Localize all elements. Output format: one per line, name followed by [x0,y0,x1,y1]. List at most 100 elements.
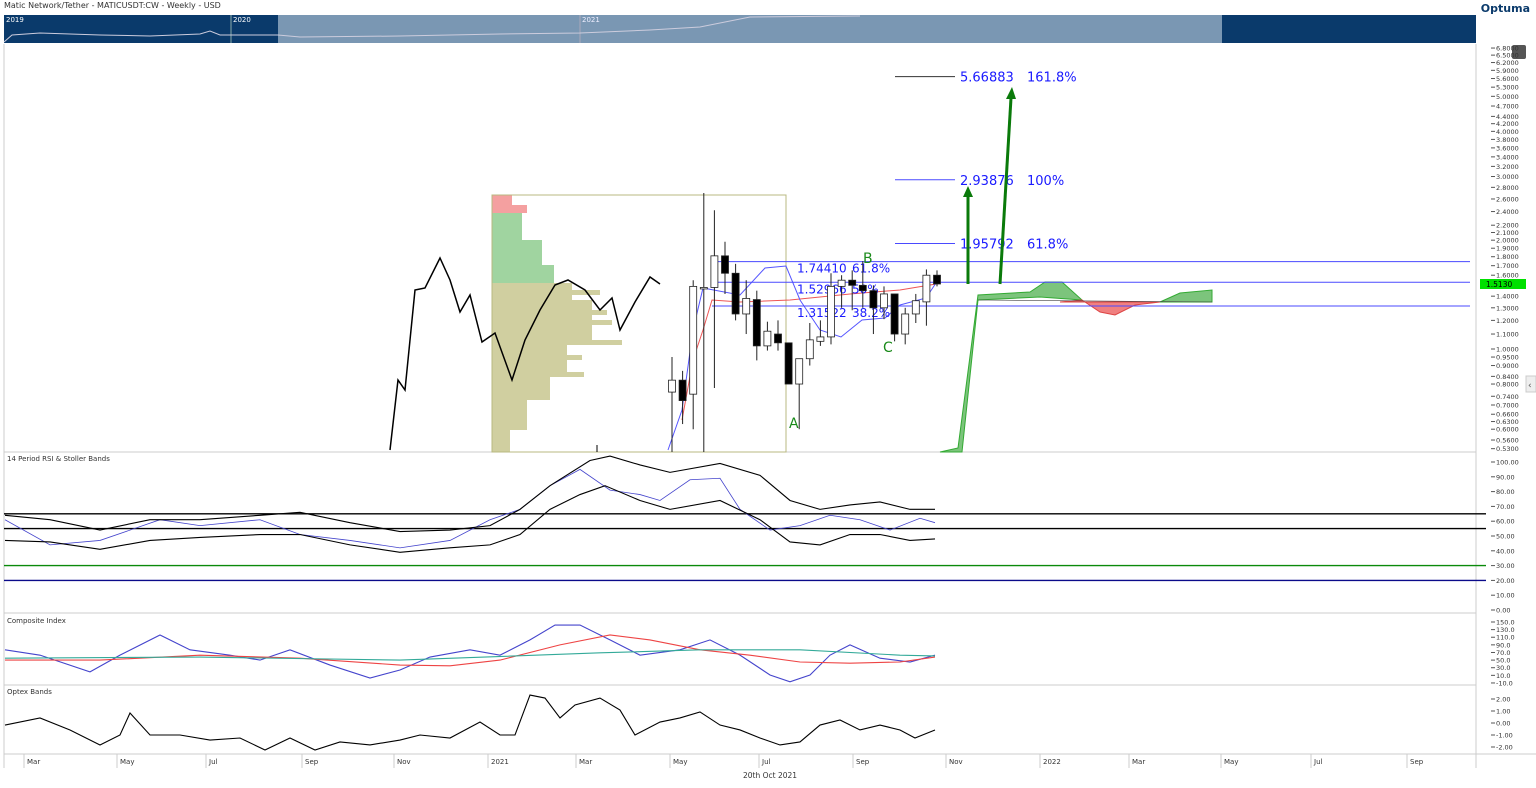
time-tick-label: Sep [856,758,870,766]
time-tick-label: 2021 [491,758,509,766]
fib-ext-pct: 161.8% [1027,71,1077,86]
volume-profile-bar [492,310,607,315]
nav-year: 2020 [233,16,251,24]
candles [668,193,941,452]
osc-tick-label: 1.00 [1496,708,1510,716]
price-tick-label: 5.0000 [1496,93,1519,101]
volume-profile-bar [492,430,510,452]
osc-tick-label: 100.00 [1496,459,1519,467]
time-tick-label: Nov [397,758,411,766]
fib-ext-pct: 61.8% [1027,238,1068,253]
candle-body [731,272,740,315]
price-tick-label: 3.0000 [1496,173,1519,181]
time-navigator[interactable]: 2019 2020 2021 [3,15,1476,43]
candle-body [848,279,857,286]
fib-ext-value: 5.66883 [960,71,1014,86]
time-tick-label: Mar [1132,758,1145,766]
volume-profile-bar [492,320,612,325]
price-tick-label: 4.0000 [1496,128,1519,136]
osc-tick-label: 80.00 [1496,488,1515,496]
fibonacci-levels: 1.7441061.8%1.5296650%1.3152238.2%5.6688… [712,71,1470,320]
osc-tick-label: 0.00 [1496,607,1510,615]
price-tick-label: 0.7000 [1496,401,1519,409]
time-tick-label: Nov [949,758,963,766]
last-price-label: 1.5130 [1486,280,1512,289]
candle-body [827,285,835,338]
candle-body [699,287,708,290]
osc-tick-label: 30.00 [1496,562,1515,570]
series-composite [4,624,936,683]
price-tick-label: 1.4000 [1496,293,1519,301]
fib-ext-pct: 100% [1027,174,1064,189]
volume-profile-bar [492,340,622,345]
candle-body [710,255,719,288]
candle-body [933,274,941,285]
volume-profile-bar [492,395,542,400]
chart-canvas[interactable]: 2019 2020 2021 1.7441061.8%1.5296650%1.3… [0,0,1536,788]
candle-body [869,290,878,309]
wave-label-c: C [883,340,893,356]
series-upper-band [4,455,935,533]
time-tick-label: 2022 [1043,758,1061,766]
price-tick-label: 1.9000 [1496,245,1519,253]
osc-tick-label: -1.00 [1496,732,1513,740]
wave-label-a: A [789,416,799,432]
time-axis[interactable]: Mar May Jul Sep Nov 2021 Mar May Jul Sep Nov 2022 Ma… [23,754,1424,768]
candle-body [742,298,751,315]
price-tick-label: 1.3000 [1496,304,1519,312]
rsi-panel-title: 14 Period RSI & Stoller Bands [7,455,110,463]
navigator-selection [278,15,1222,43]
candle-body [816,336,825,342]
series-lower-band [4,485,936,553]
price-tick-label: 1.0000 [1496,345,1519,353]
volume-profile [492,195,622,452]
volume-profile-bar [492,372,584,377]
osc-tick-label: -10.0 [1496,679,1513,687]
price-tick-label: 0.7400 [1496,393,1519,401]
price-tick-label: 4.7000 [1496,103,1519,111]
price-tick-label: 5.3000 [1496,84,1519,92]
candle-body [721,255,729,274]
candle-body [901,313,910,335]
time-tick-label: Jul [761,758,771,766]
arrow-head-icon [1006,87,1016,99]
ichimoku-cloud [939,281,1213,453]
candle-body [858,284,867,292]
volume-profile-bar [492,265,554,283]
candle-body [805,339,814,360]
series-optex [4,694,936,751]
wave-label-b: B [863,251,873,267]
price-tick-label: 2.6000 [1496,195,1519,203]
time-tick-label: Jul [208,758,218,766]
time-tick-label: May [120,758,134,766]
series-rsi [4,468,936,549]
price-tick-label: 2.8000 [1496,184,1519,192]
candle-body [689,285,698,395]
price-axis[interactable]: 6.80006.50006.20005.90005.60005.30005.00… [1491,45,1519,454]
osc-tick-label: 50.00 [1496,533,1515,541]
time-tick-label: Mar [27,758,40,766]
price-tick-label: 3.4000 [1496,153,1519,161]
composite-panel-title: Composite Index [7,617,66,625]
series-slow-ma [4,649,936,661]
osc-tick-label: 90.00 [1496,473,1515,481]
price-tick-label: 0.5300 [1496,445,1519,453]
fib-value: 1.31522 [797,306,847,320]
time-tick-label: Jul [1313,758,1323,766]
volume-profile-bar [492,400,527,430]
osc-tick-label: 10.00 [1496,592,1515,600]
optex-panel-title: Optex Bands [7,688,52,696]
candle-body [784,342,793,385]
price-tick-label: 0.6000 [1496,426,1519,434]
osc-tick-label: 70.00 [1496,503,1515,511]
candle-body [752,299,761,347]
fib-value: 1.74410 [797,262,847,276]
time-tick-label: Sep [305,758,319,766]
price-tick-label: 0.9500 [1496,354,1519,362]
chevron-left-icon[interactable]: ‹ [1528,381,1532,391]
price-tick-label: 1.6000 [1496,272,1519,280]
series-fast-ma [5,634,936,667]
price-tick-label: 0.8000 [1496,381,1519,389]
candle-body [911,300,920,315]
osc-tick-label: 60.00 [1496,518,1515,526]
